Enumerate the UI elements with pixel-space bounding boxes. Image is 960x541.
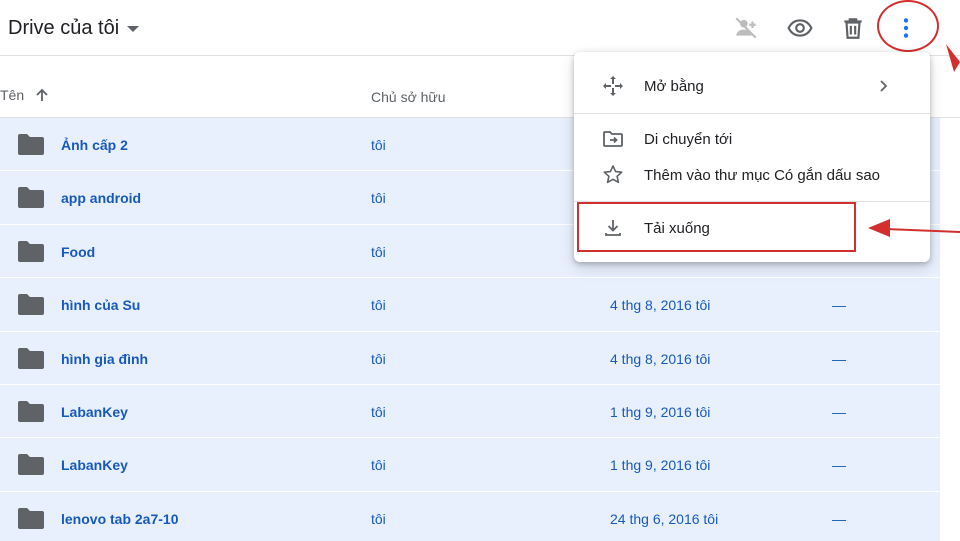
chevron-right-icon — [880, 80, 888, 92]
more-actions-button[interactable] — [886, 8, 926, 48]
row-owner: tôi — [371, 510, 386, 527]
table-row[interactable]: hình gia đình tôi 4 thg 8, 2016 tôi — — [0, 331, 940, 385]
row-owner: tôi — [371, 457, 386, 474]
caret-down-icon — [127, 26, 140, 32]
folder-icon — [18, 400, 44, 422]
move-folder-icon — [600, 126, 626, 152]
column-name-label: Tên — [0, 87, 25, 103]
row-name: Food — [61, 243, 96, 260]
share-off-button[interactable] — [726, 8, 766, 48]
row-name: LabanKey — [61, 457, 128, 474]
row-owner: tôi — [371, 350, 386, 367]
menu-label-move-to: Di chuyển tới — [644, 130, 733, 148]
preview-eye-icon — [787, 19, 813, 37]
row-modified: 24 thg 6, 2016 tôi — [610, 510, 719, 527]
row-owner: tôi — [371, 403, 386, 420]
folder-icon — [18, 347, 44, 369]
row-modified: 1 thg 9, 2016 tôi — [610, 403, 711, 420]
table-row[interactable]: LabanKey tôi 1 thg 9, 2016 tôi — — [0, 438, 940, 492]
row-size: — — [832, 403, 846, 420]
row-size: — — [832, 457, 846, 474]
row-size: — — [832, 510, 846, 527]
row-owner: tôi — [371, 190, 386, 207]
folder-icon — [18, 134, 44, 155]
row-name: hình gia đình — [61, 350, 149, 367]
row-owner: tôi — [371, 243, 386, 260]
row-size: — — [832, 350, 846, 367]
arrow-up-icon — [36, 88, 48, 101]
row-modified: 4 thg 8, 2016 tôi — [610, 297, 711, 314]
row-name: hình của Su — [61, 297, 141, 314]
row-name: app android — [61, 190, 142, 207]
row-name: LabanKey — [61, 403, 128, 420]
menu-item-open-with[interactable]: Mở bằng — [574, 68, 930, 104]
column-owner-label[interactable]: Chủ sở hữu — [371, 89, 446, 105]
menu-item-download[interactable]: Tải xuống — [574, 210, 930, 246]
row-name: Ảnh cấp 2 — [61, 137, 128, 153]
row-size: — — [832, 297, 846, 314]
folder-icon — [18, 240, 44, 262]
row-name: lenovo tab 2a7-10 — [61, 510, 179, 527]
row-modified: 1 thg 9, 2016 tôi — [610, 457, 711, 474]
folder-icon — [18, 187, 44, 209]
folder-icon — [18, 294, 44, 316]
row-owner: tôi — [371, 297, 386, 314]
table-row[interactable]: lenovo tab 2a7-10 tôi 24 thg 6, 2016 tôi… — [0, 491, 940, 541]
table-row[interactable]: LabanKey tôi 1 thg 9, 2016 tôi — — [0, 384, 940, 439]
page-title: Drive của tôi — [8, 16, 120, 39]
row-modified: 4 thg 8, 2016 tôi — [610, 350, 711, 367]
menu-label-add-starred: Thêm vào thư mục Có gắn dấu sao — [644, 166, 881, 184]
menu-label-download: Tải xuống — [644, 219, 710, 237]
preview-button[interactable] — [780, 8, 820, 48]
folder-icon — [18, 507, 44, 529]
more-vert-icon — [903, 18, 909, 38]
share-off-icon — [735, 17, 757, 39]
more-actions-menu: Mở bằng Di chuyển tới Thêm vào thư mục C… — [574, 52, 930, 262]
delete-button[interactable] — [833, 8, 873, 48]
column-name-sort[interactable]: Tên — [0, 87, 50, 103]
breadcrumb-my-drive[interactable]: Drive của tôi — [8, 14, 140, 42]
menu-item-move-to[interactable]: Di chuyển tới — [574, 121, 930, 157]
download-icon — [600, 215, 626, 241]
menu-item-add-starred[interactable]: Thêm vào thư mục Có gắn dấu sao — [574, 157, 930, 193]
menu-divider — [574, 113, 930, 114]
row-owner: tôi — [371, 137, 386, 153]
menu-divider — [574, 201, 930, 202]
trash-icon — [844, 18, 862, 39]
folder-icon — [18, 454, 44, 476]
menu-label-open-with: Mở bằng — [644, 77, 704, 95]
move-arrows-icon — [600, 73, 626, 99]
top-bar: Drive của tôi — [0, 0, 960, 56]
table-row[interactable]: hình của Su tôi 4 thg 8, 2016 tôi — — [0, 278, 940, 332]
star-icon — [600, 162, 626, 188]
